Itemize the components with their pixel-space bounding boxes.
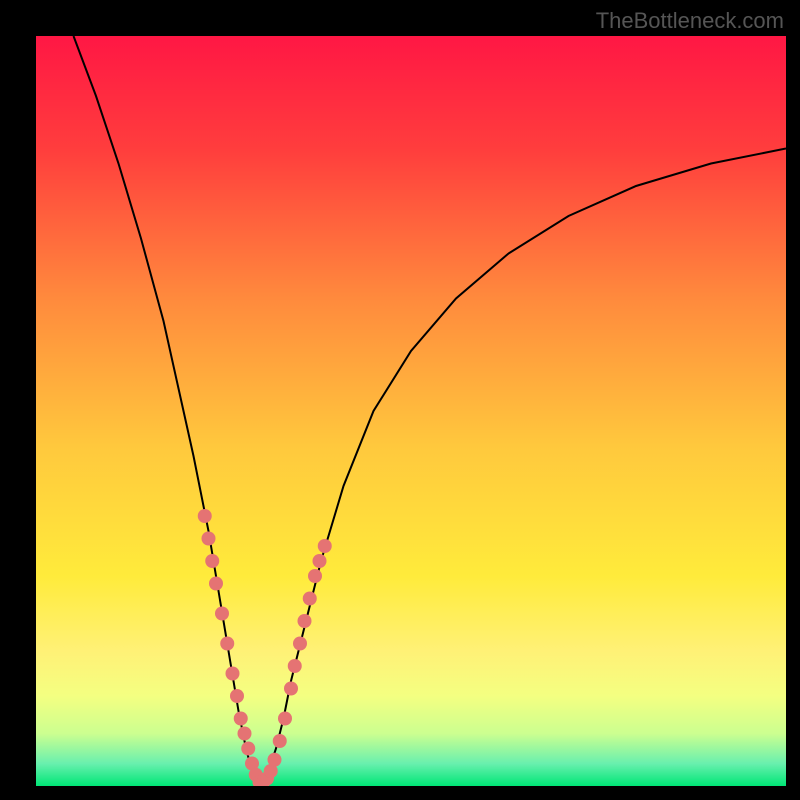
data-point [298, 614, 312, 628]
data-point [308, 569, 322, 583]
data-point [238, 727, 252, 741]
data-point [284, 682, 298, 696]
data-point [209, 577, 223, 591]
data-point [313, 554, 327, 568]
data-point [273, 734, 287, 748]
data-point [230, 689, 244, 703]
data-point [205, 554, 219, 568]
watermark: TheBottleneck.com [596, 8, 784, 34]
data-point [241, 742, 255, 756]
data-point [215, 607, 229, 621]
gradient-background [36, 36, 786, 786]
data-point [234, 712, 248, 726]
data-point [293, 637, 307, 651]
data-point [288, 659, 302, 673]
data-point [278, 712, 292, 726]
data-point [318, 539, 332, 553]
data-point [303, 592, 317, 606]
chart-svg [36, 36, 786, 786]
data-point [220, 637, 234, 651]
data-point [268, 753, 282, 767]
data-point [226, 667, 240, 681]
chart-container: TheBottleneck.com [0, 0, 800, 800]
plot-area [36, 36, 786, 786]
data-point [202, 532, 216, 546]
data-point [198, 509, 212, 523]
